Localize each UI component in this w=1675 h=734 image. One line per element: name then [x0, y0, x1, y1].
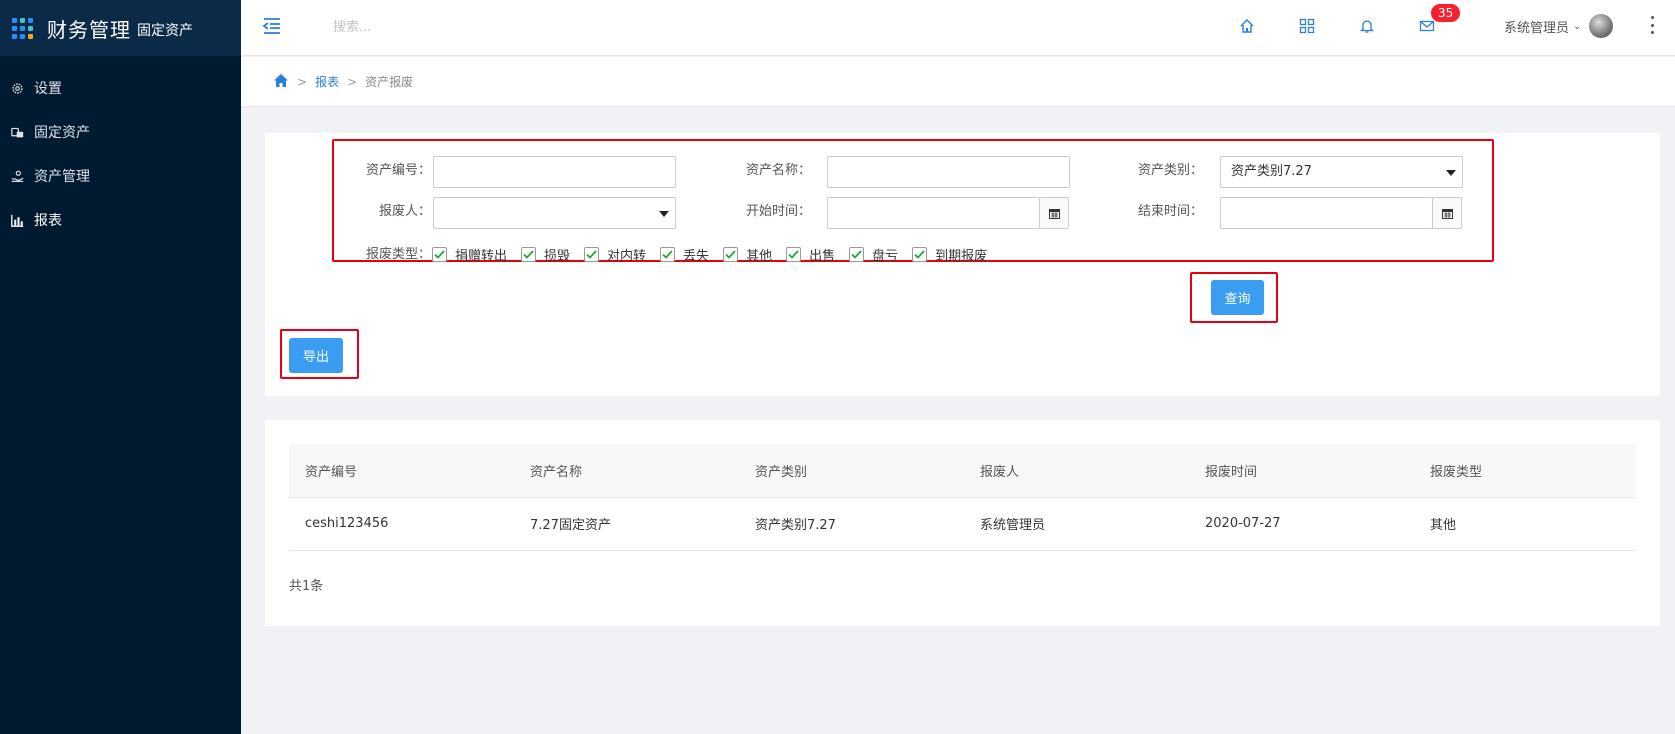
scrap-type-checkboxes: 捐赠转出 损毁 对内转 丢失 其他 出售 盘亏 到期报废: [432, 245, 1001, 264]
checkbox-internal-transfer[interactable]: 对内转: [584, 245, 646, 264]
table-cell: 7.27固定资产: [514, 497, 739, 551]
gear-icon: [10, 81, 24, 95]
top-header: 35 系统管理员 ⌄: [241, 0, 1675, 56]
hand-coin-icon: [10, 169, 24, 183]
sidebar-item-label: 固定资产: [34, 125, 90, 141]
sidebar-item-reports[interactable]: 报表: [0, 198, 241, 242]
results-table: 资产编号 资产名称 资产类别 报废人 报废时间 报废类型 ceshi123456…: [289, 444, 1636, 551]
menu-collapse-icon[interactable]: [261, 15, 283, 37]
table-cell: ceshi123456: [289, 497, 514, 551]
sidebar-item-label: 设置: [34, 81, 62, 97]
column-header: 资产类别: [739, 444, 964, 498]
check-icon: [849, 247, 865, 262]
check-icon: [521, 247, 537, 262]
checkbox-donation-out[interactable]: 捐赠转出: [432, 245, 507, 264]
search-input[interactable]: [333, 16, 573, 38]
brand: 财务管理 固定资产: [0, 0, 241, 56]
asset-type-value: 资产类别7.27: [1231, 164, 1312, 179]
sidebar: 财务管理 固定资产 设置 固定资产 资产管理 报表: [0, 0, 241, 734]
apps-grid-icon: [12, 17, 33, 39]
asset-name-input[interactable]: [827, 156, 1070, 188]
check-icon: [912, 247, 928, 262]
table-cell: 其他: [1414, 497, 1636, 551]
caret-down-icon: [1446, 170, 1456, 176]
asset-no-label: 资产编号：: [365, 163, 431, 178]
checkbox-other[interactable]: 其他: [723, 245, 772, 264]
column-header: 资产编号: [289, 444, 514, 498]
check-icon: [432, 247, 447, 262]
caret-down-icon: [659, 211, 669, 217]
check-icon: [660, 247, 676, 262]
results-panel: 资产编号 资产名称 资产类别 报废人 报废时间 报废类型 ceshi123456…: [265, 420, 1660, 626]
end-time-label: 结束时间：: [1137, 204, 1203, 219]
column-header: 报废类型: [1414, 444, 1636, 498]
home-icon[interactable]: [1237, 16, 1257, 36]
breadcrumb-separator: >: [297, 74, 308, 89]
brand-subtitle: 固定资产: [137, 23, 193, 39]
sidebar-item-label: 资产管理: [34, 169, 90, 185]
start-time-label: 开始时间：: [745, 204, 811, 219]
breadcrumb: > 报表 > 资产报废: [241, 57, 1675, 107]
column-header: 资产名称: [514, 444, 739, 498]
bar-chart-icon: [10, 213, 24, 227]
end-time-input[interactable]: [1220, 197, 1433, 229]
sidebar-item-asset-management[interactable]: 资产管理: [0, 154, 241, 198]
checkbox-sold[interactable]: 出售: [786, 245, 835, 264]
grid-apps-icon[interactable]: [1297, 16, 1317, 36]
bell-icon[interactable]: [1357, 16, 1377, 36]
calendar-icon[interactable]: [1432, 197, 1462, 229]
mail-count-badge: 35: [1431, 4, 1461, 22]
breadcrumb-link-reports[interactable]: 报表: [315, 73, 339, 90]
home-icon[interactable]: [273, 73, 289, 91]
table-row[interactable]: ceshi123456 7.27固定资产 资产类别7.27 系统管理员 2020…: [289, 497, 1636, 551]
brand-title: 财务管理: [47, 17, 131, 42]
sidebar-item-fixed-assets[interactable]: 固定资产: [0, 110, 241, 154]
sidebar-item-label: 报表: [34, 213, 62, 229]
assets-icon: [10, 125, 24, 139]
check-icon: [786, 247, 802, 262]
breadcrumb-separator: >: [347, 74, 358, 89]
asset-type-label: 资产类别：: [1137, 163, 1203, 178]
table-cell: 2020-07-27: [1189, 497, 1414, 551]
chevron-down-icon: ⌄: [1573, 20, 1582, 32]
asset-name-label: 资产名称：: [745, 163, 811, 178]
query-button[interactable]: 查询: [1211, 280, 1264, 315]
checkbox-damaged[interactable]: 损毁: [521, 245, 570, 264]
more-vertical-icon[interactable]: [1651, 16, 1655, 34]
column-header: 报废时间: [1189, 444, 1414, 498]
filter-panel: 资产编号： 资产名称： 资产类别： 资产类别7.27 报废人： 开始时间： 结束…: [265, 133, 1660, 396]
asset-no-input[interactable]: [433, 156, 676, 188]
sidebar-nav: 设置 固定资产 资产管理 报表: [0, 66, 241, 242]
scrap-type-label: 报废类型：: [365, 247, 431, 262]
checkbox-label: 其他: [746, 249, 773, 264]
scrapper-label: 报废人：: [378, 204, 431, 219]
check-icon: [584, 247, 600, 262]
column-header: 报废人: [964, 444, 1189, 498]
checkbox-label: 捐赠转出: [455, 249, 508, 264]
user-menu[interactable]: 系统管理员 ⌄: [1504, 14, 1614, 38]
checkbox-expired[interactable]: 到期报废: [912, 245, 987, 264]
avatar[interactable]: [1589, 14, 1614, 38]
breadcrumb-current: 资产报废: [365, 75, 414, 89]
checkbox-label: 盘亏: [872, 249, 899, 264]
checkbox-inventory-loss[interactable]: 盘亏: [849, 245, 898, 264]
checkbox-label: 到期报废: [935, 249, 988, 264]
table-cell: 资产类别7.27: [739, 497, 964, 551]
asset-type-select[interactable]: 资产类别7.27: [1220, 156, 1463, 188]
table-cell: 系统管理员: [964, 497, 1189, 551]
check-icon: [723, 247, 739, 262]
start-time-input[interactable]: [827, 197, 1040, 229]
export-button[interactable]: 导出: [289, 338, 343, 373]
checkbox-label: 损毁: [544, 249, 571, 264]
total-count: 共1条: [289, 579, 324, 594]
checkbox-label: 对内转: [607, 249, 647, 264]
sidebar-item-settings[interactable]: 设置: [0, 66, 241, 110]
calendar-icon[interactable]: [1039, 197, 1069, 229]
checkbox-label: 出售: [809, 249, 836, 264]
checkbox-lost[interactable]: 丢失: [660, 245, 709, 264]
checkbox-label: 丢失: [683, 249, 710, 264]
table-header-row: 资产编号 资产名称 资产类别 报废人 报废时间 报废类型: [289, 444, 1636, 498]
scrapper-select[interactable]: [433, 197, 676, 229]
user-name: 系统管理员: [1504, 20, 1570, 36]
